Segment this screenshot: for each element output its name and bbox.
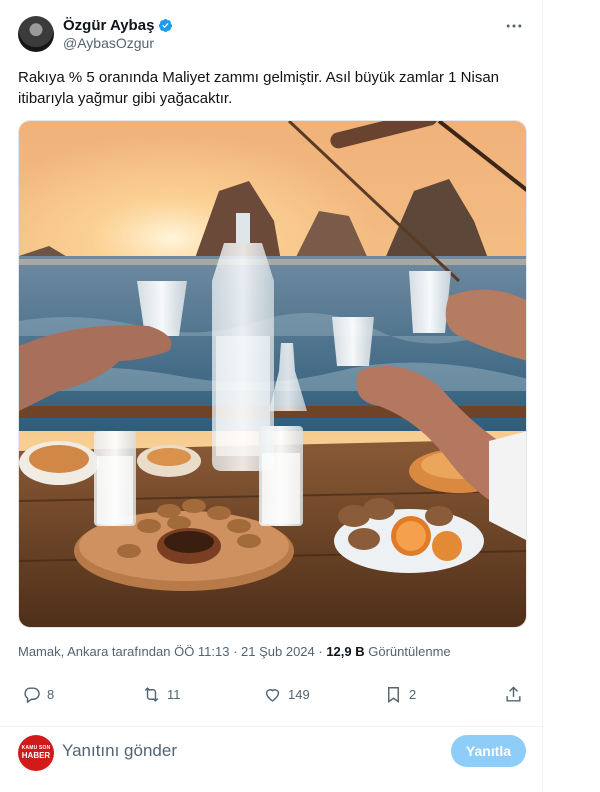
like-action[interactable]: 149 — [263, 685, 310, 704]
share-action[interactable] — [504, 685, 523, 704]
retweet-icon — [144, 687, 159, 702]
avatar[interactable] — [18, 16, 54, 52]
more-dots-icon[interactable] — [504, 16, 524, 36]
heart-icon — [265, 689, 280, 702]
views-label: Görüntülenme — [364, 644, 451, 659]
like-count: 149 — [288, 687, 310, 702]
share-icon — [506, 686, 521, 702]
author-names: Özgür Aybaş @AybasOzgur — [63, 17, 173, 51]
reply-action[interactable]: 8 — [22, 685, 54, 704]
bookmark-icon — [388, 687, 399, 703]
tweet-photo[interactable] — [18, 120, 527, 628]
location-time[interactable]: Mamak, Ankara tarafından ÖÖ 11:13 · 21 Ş… — [18, 644, 326, 659]
bookmark-count: 2 — [409, 687, 417, 702]
retweet-action[interactable]: 11 — [142, 685, 181, 704]
reply-input[interactable]: Yanıtını gönder — [62, 741, 177, 761]
author-display-name[interactable]: Özgür Aybaş — [63, 17, 154, 34]
tweet-meta: Mamak, Ankara tarafından ÖÖ 11:13 · 21 Ş… — [18, 644, 451, 659]
author-name-row: Özgür Aybaş — [63, 17, 173, 34]
user-avatar-logo[interactable]: KAMU SON HABER — [18, 735, 54, 771]
author-handle[interactable]: @AybasOzgur — [63, 35, 173, 51]
views-count: 12,9 B — [326, 644, 365, 659]
photo-illustration — [19, 121, 526, 627]
tweet-text: Rakıya % 5 oranında Maliyet zammı gelmiş… — [18, 69, 500, 107]
retweet-count: 11 — [167, 687, 181, 702]
logo-line2: HABER — [21, 751, 51, 760]
tweet-detail: Özgür Aybaş @AybasOzgur Rakıya % 5 oranı… — [0, 0, 543, 792]
reply-button[interactable]: Yanıtla — [451, 735, 526, 767]
verified-badge-icon — [159, 18, 173, 33]
reply-count: 8 — [47, 687, 55, 702]
reply-icon — [24, 687, 40, 704]
bookmark-action[interactable]: 2 — [384, 685, 416, 704]
reply-composer: KAMU SON HABER Yanıtını gönder Yanıtla — [0, 726, 543, 774]
tweet-header: Özgür Aybaş @AybasOzgur — [18, 14, 528, 54]
tweet-actions: 8 11 149 2 — [18, 685, 528, 709]
